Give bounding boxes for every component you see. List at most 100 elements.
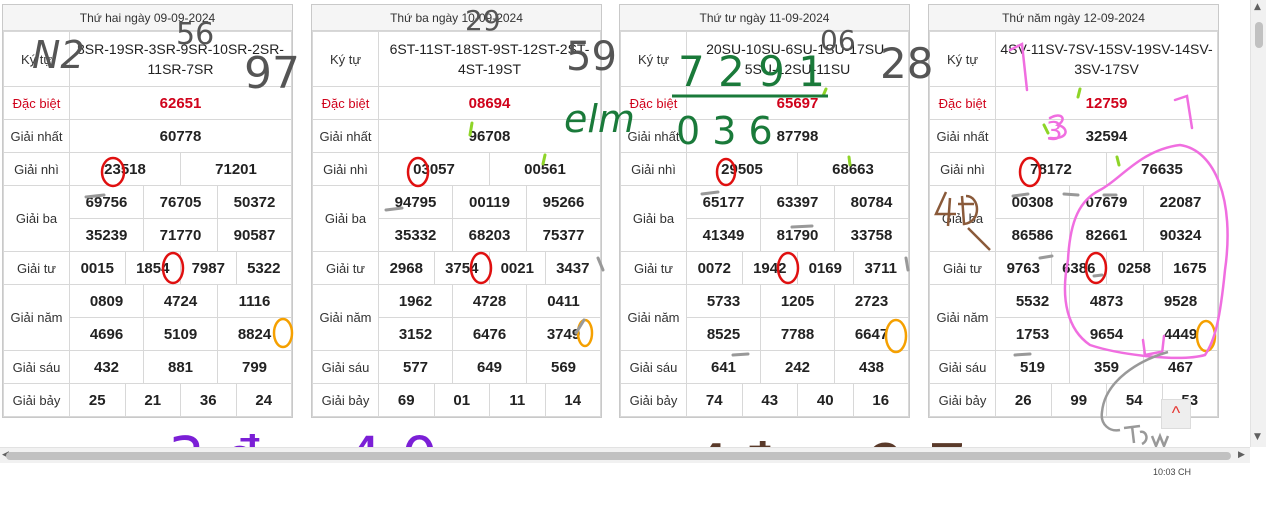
prize-number: 68203: [452, 218, 527, 252]
prize-number: 96708: [378, 119, 601, 153]
row-label: Giải bảy: [929, 383, 996, 417]
row-label: Giải sáu: [3, 350, 70, 384]
row-label: Giải tư: [3, 251, 70, 285]
row-label: Giải nhất: [3, 119, 70, 153]
prize-number: 63397: [760, 185, 835, 219]
prize-number: 35332: [378, 218, 453, 252]
row-label: Giải nhất: [620, 119, 687, 153]
result-board: Thứ ba ngày 10-09-2024 Ký tự 6ST-11ST-18…: [311, 4, 602, 418]
prize-number: 1854: [124, 251, 181, 285]
prize-number: 9654: [1069, 317, 1144, 351]
results-table: Ký tự 8SR-19SR-3SR-9SR-10SR-2SR-11SR-7SR…: [3, 31, 292, 417]
prize-number: 50372: [217, 185, 292, 219]
prize-number: 81790: [760, 218, 835, 252]
row-label: Giải nhất: [929, 119, 996, 153]
row-label: Đặc biệt: [312, 86, 379, 120]
prize-number: 5109: [143, 317, 218, 351]
prize-number: 3711: [852, 251, 909, 285]
row-label: Giải năm: [312, 284, 379, 351]
row-label: Giải năm: [620, 284, 687, 351]
prize-number: 21: [124, 383, 181, 417]
prize-number: 1205: [760, 284, 835, 318]
prize-number: 881: [143, 350, 218, 384]
prize-number: 1942: [741, 251, 798, 285]
row-label: Giải nhất: [312, 119, 379, 153]
prize-number: 82661: [1069, 218, 1144, 252]
prize-number: 65177: [686, 185, 761, 219]
row-label: Giải năm: [3, 284, 70, 351]
prize-number: 07679: [1069, 185, 1144, 219]
row-label: Giải ba: [929, 185, 996, 252]
board-date-header: Thứ năm ngày 12-09-2024: [929, 5, 1218, 31]
result-board: Thứ năm ngày 12-09-2024 Ký tự 4SV-11SV-7…: [928, 4, 1219, 418]
prize-number: 94795: [378, 185, 453, 219]
clock-text: 10:03 CH: [1153, 467, 1192, 477]
prize-number: 4873: [1069, 284, 1144, 318]
prize-number: 8824: [217, 317, 292, 351]
prize-number: 1962: [378, 284, 453, 318]
horizontal-scrollbar[interactable]: ◀ ▶: [0, 447, 1250, 463]
row-label: Giải nhì: [312, 152, 379, 186]
prize-number: 54: [1106, 383, 1163, 417]
prize-number: 359: [1069, 350, 1144, 384]
prize-number: 68663: [797, 152, 909, 186]
ky-tu-codes: 6ST-11ST-18ST-9ST-12ST-2ST-4ST-19ST: [378, 31, 601, 87]
prize-number: 90587: [217, 218, 292, 252]
row-label: Ký tự: [929, 31, 996, 87]
prize-number: 03057: [378, 152, 490, 186]
prize-number: 86586: [995, 218, 1070, 252]
scroll-right-icon[interactable]: ▶: [1238, 450, 1245, 460]
row-label: Giải sáu: [312, 350, 379, 384]
special-prize: 62651: [69, 86, 292, 120]
board-date-header: Thứ hai ngày 09-09-2024: [3, 5, 292, 31]
prize-number: 00561: [489, 152, 601, 186]
results-table: Ký tự 4SV-11SV-7SV-15SV-19SV-14SV-3SV-17…: [929, 31, 1218, 417]
prize-number: 7987: [180, 251, 237, 285]
prize-number: 7788: [760, 317, 835, 351]
vertical-scrollbar[interactable]: ▲ ▼: [1250, 0, 1266, 447]
row-label: Giải ba: [312, 185, 379, 252]
prize-number: 3437: [544, 251, 601, 285]
prize-number: 4696: [69, 317, 144, 351]
results-table: Ký tự 6ST-11ST-18ST-9ST-12ST-2ST-4ST-19S…: [312, 31, 601, 417]
board-date-header: Thứ ba ngày 10-09-2024: [312, 5, 601, 31]
row-label: Ký tự: [3, 31, 70, 87]
prize-number: 3152: [378, 317, 453, 351]
prize-number: 0072: [686, 251, 743, 285]
prize-number: 43: [741, 383, 798, 417]
prize-number: 29505: [686, 152, 798, 186]
row-label: Giải năm: [929, 284, 996, 351]
special-prize: 65697: [686, 86, 909, 120]
prize-number: 35239: [69, 218, 144, 252]
row-label: Giải tư: [620, 251, 687, 285]
prize-number: 1753: [995, 317, 1070, 351]
prize-number: 00119: [452, 185, 527, 219]
scrollbar-thumb[interactable]: [1255, 22, 1263, 48]
prize-number: 0015: [69, 251, 126, 285]
prize-number: 649: [452, 350, 527, 384]
scroll-up-icon[interactable]: ▲: [1254, 2, 1261, 12]
prize-number: 33758: [834, 218, 909, 252]
prize-number: 4449: [1143, 317, 1218, 351]
prize-number: 71201: [180, 152, 292, 186]
prize-number: 95266: [526, 185, 601, 219]
prize-number: 6476: [452, 317, 527, 351]
board-date-header: Thứ tư ngày 11-09-2024: [620, 5, 909, 31]
row-label: Đặc biệt: [3, 86, 70, 120]
result-page: Thứ hai ngày 09-09-2024 Ký tự 8SR-19SR-3…: [0, 0, 1266, 505]
prize-number: 6647: [834, 317, 909, 351]
prize-number: 242: [760, 350, 835, 384]
result-board: Thứ tư ngày 11-09-2024 Ký tự 20SU-10SU-6…: [619, 4, 910, 418]
prize-number: 23518: [69, 152, 181, 186]
prize-number: 4724: [143, 284, 218, 318]
prize-number: 76705: [143, 185, 218, 219]
scroll-down-icon[interactable]: ▼: [1254, 432, 1261, 442]
special-prize: 12759: [995, 86, 1218, 120]
prize-number: 71770: [143, 218, 218, 252]
scrollbar-thumb[interactable]: [6, 452, 1231, 460]
prize-number: 1116: [217, 284, 292, 318]
ky-tu-codes: 4SV-11SV-7SV-15SV-19SV-14SV-3SV-17SV: [995, 31, 1218, 87]
prize-number: 0021: [489, 251, 546, 285]
back-to-top-button[interactable]: ^: [1161, 399, 1191, 429]
ky-tu-codes: 20SU-10SU-6SU-1SU-17SU-5SU-12SU-11SU: [686, 31, 909, 87]
